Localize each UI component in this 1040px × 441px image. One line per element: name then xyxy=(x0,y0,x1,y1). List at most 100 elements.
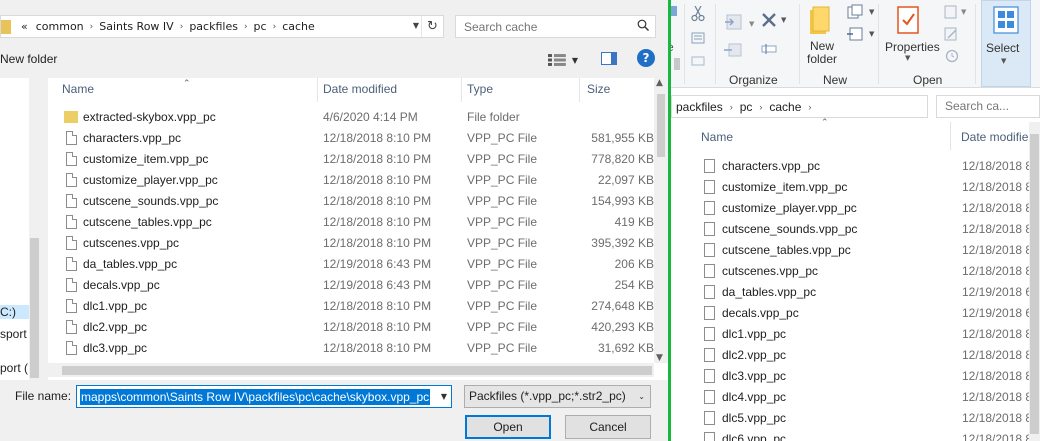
breadcrumb-overflow[interactable]: « xyxy=(17,20,32,33)
column-header-type[interactable]: Type xyxy=(462,78,580,102)
select-button[interactable]: Select ▼ xyxy=(981,0,1031,87)
scrollbar-thumb[interactable] xyxy=(30,238,39,378)
file-row[interactable]: dlc6.vpp_pc 12/18/2018 8 xyxy=(701,429,1040,441)
breadcrumb-segment[interactable]: pc xyxy=(250,20,271,33)
column-header-date[interactable]: Date modified xyxy=(318,78,462,102)
new-folder-icon[interactable] xyxy=(809,6,831,36)
scrollbar-thumb[interactable] xyxy=(1030,134,1039,434)
new-item-icon[interactable] xyxy=(846,4,868,20)
chevron-down-icon[interactable]: ⌄ xyxy=(638,386,645,407)
file-row[interactable]: dlc3.vpp_pc 12/18/2018 8 xyxy=(701,366,1040,387)
file-row[interactable]: da_tables.vpp_pc 12/19/2018 6 xyxy=(701,282,1040,303)
preview-pane-icon[interactable] xyxy=(601,52,617,65)
file-row[interactable]: dlc1.vpp_pc 12/18/2018 8:10 PM VPP_PC File… xyxy=(48,296,654,317)
explorer-address-bar[interactable]: packfiles › pc › cache › xyxy=(671,95,928,118)
nav-scrollbar[interactable] xyxy=(29,78,40,380)
nav-item[interactable]: sport xyxy=(0,327,27,341)
file-row[interactable]: dlc3.vpp_pc 12/18/2018 8:10 PM VPP_PC File… xyxy=(48,338,654,359)
file-row[interactable]: customize_item.vpp_pc 12/18/2018 8 xyxy=(701,177,1040,198)
chevron-right-icon[interactable]: › xyxy=(727,102,736,112)
scroll-down-icon[interactable]: ▼ xyxy=(656,353,663,363)
file-row[interactable]: decals.vpp_pc 12/19/2018 6 xyxy=(701,303,1040,324)
chevron-right-icon[interactable]: › xyxy=(271,22,279,32)
file-row[interactable]: dlc1.vpp_pc 12/18/2018 8 xyxy=(701,324,1040,345)
search-input[interactable] xyxy=(464,19,634,34)
easy-access-icon[interactable] xyxy=(846,26,866,42)
scroll-up-icon[interactable]: ▲ xyxy=(656,78,663,88)
file-row[interactable]: dlc2.vpp_pc 12/18/2018 8:10 PM VPP_PC File… xyxy=(48,317,654,338)
chevron-down-icon[interactable]: ▼ xyxy=(781,16,786,24)
file-list-vertical-scrollbar[interactable]: ▲ ▼ xyxy=(654,78,668,363)
breadcrumb-segment[interactable]: Saints Row IV xyxy=(95,20,177,33)
new-folder-button[interactable]: New folder xyxy=(0,52,57,66)
file-row[interactable]: customize_item.vpp_pc 12/18/2018 8:10 PM V… xyxy=(48,149,654,170)
nav-item[interactable]: port ( xyxy=(0,361,28,375)
chevron-right-icon[interactable]: › xyxy=(756,102,765,112)
search-icon[interactable] xyxy=(637,19,649,31)
chevron-down-icon[interactable]: ▼ xyxy=(749,20,754,28)
file-row[interactable]: cutscene_tables.vpp_pc 12/18/2018 8:10 PM… xyxy=(48,212,654,233)
file-row[interactable]: dlc4.vpp_pc 12/18/2018 8 xyxy=(701,387,1040,408)
edit-icon[interactable] xyxy=(943,26,959,42)
column-header-size[interactable]: Size xyxy=(582,78,654,102)
file-row[interactable]: cutscene_sounds.vpp_pc 12/18/2018 8:10 PM… xyxy=(48,191,654,212)
breadcrumb-segment[interactable]: packfiles xyxy=(185,20,242,33)
file-row[interactable]: customize_player.vpp_pc 12/18/2018 8 xyxy=(701,198,1040,219)
open-icon[interactable] xyxy=(943,4,959,20)
chevron-down-icon[interactable]: ▼ xyxy=(869,8,874,16)
scrollbar-thumb[interactable] xyxy=(62,366,652,375)
breadcrumb-segment[interactable]: cache xyxy=(765,100,805,114)
file-row[interactable]: decals.vpp_pc 12/19/2018 6:43 PM VPP_PC Fi… xyxy=(48,275,654,296)
file-row[interactable]: da_tables.vpp_pc 12/19/2018 6:43 PM VPP_PC… xyxy=(48,254,654,275)
file-name-input[interactable]: mapps\common\Saints Row IV\packfiles\pc\… xyxy=(76,385,452,408)
properties-button[interactable]: Properties xyxy=(885,40,940,54)
file-row[interactable]: characters.vpp_pc 12/18/2018 8:10 PM VPP_P… xyxy=(48,128,654,149)
chevron-right-icon[interactable]: › xyxy=(805,102,814,112)
explorer-search-input[interactable]: Search ca... xyxy=(936,95,1040,118)
copy-path-icon[interactable] xyxy=(691,32,705,44)
delete-icon[interactable] xyxy=(761,12,777,28)
new-folder-button[interactable]: New folder xyxy=(807,40,837,66)
refresh-icon[interactable]: ↻ xyxy=(421,16,443,37)
move-to-icon[interactable] xyxy=(723,12,747,32)
chevron-down-icon[interactable]: ▼ xyxy=(869,30,874,38)
file-row[interactable]: dlc5.vpp_pc 12/18/2018 8 xyxy=(701,408,1040,429)
cut-icon[interactable] xyxy=(691,6,705,22)
file-type-select[interactable]: Packfiles (*.vpp_pc;*.str2_pc) ⌄ xyxy=(464,385,651,408)
file-row[interactable]: customize_player.vpp_pc 12/18/2018 8:10 P… xyxy=(48,170,654,191)
breadcrumb-segment[interactable]: pc xyxy=(736,100,757,114)
chevron-right-icon[interactable]: › xyxy=(88,22,96,32)
chevron-down-icon[interactable]: ▼ xyxy=(441,392,447,401)
address-bar[interactable]: «common › Saints Row IV › packfiles › pc › cache… xyxy=(0,15,444,38)
breadcrumb-segment[interactable]: common xyxy=(32,20,88,33)
scrollbar-thumb[interactable] xyxy=(657,94,665,157)
breadcrumb-segment[interactable]: cache xyxy=(278,20,319,33)
change-view-button[interactable]: ▼ xyxy=(548,52,578,68)
nav-item[interactable]: C:) xyxy=(0,305,29,319)
chevron-right-icon[interactable]: › xyxy=(242,22,250,32)
rename-icon[interactable] xyxy=(761,42,777,56)
explorer-column-header-date[interactable]: Date modifie xyxy=(961,122,1031,150)
file-row[interactable]: cutscene_tables.vpp_pc 12/18/2018 8 xyxy=(701,240,1040,261)
file-list-horizontal-scrollbar[interactable] xyxy=(48,363,654,377)
chevron-down-icon[interactable]: ▼ xyxy=(961,8,966,16)
file-row[interactable]: extracted-skybox.vpp_pc 4/6/2020 4:14 PM F… xyxy=(48,107,654,128)
breadcrumb-segment[interactable]: packfiles xyxy=(672,100,727,114)
open-button[interactable]: Open xyxy=(465,415,551,439)
file-row[interactable]: dlc2.vpp_pc 12/18/2018 8 xyxy=(701,345,1040,366)
history-icon[interactable] xyxy=(943,48,959,64)
file-row[interactable]: cutscenes.vpp_pc 12/18/2018 8:10 PM VPP_PC… xyxy=(48,233,654,254)
cancel-button[interactable]: Cancel xyxy=(565,415,651,439)
file-name-value[interactable]: mapps\common\Saints Row IV\packfiles\pc\… xyxy=(80,389,431,405)
properties-icon[interactable] xyxy=(897,6,919,34)
file-row[interactable]: characters.vpp_pc 12/18/2018 8 xyxy=(701,156,1040,177)
search-box[interactable] xyxy=(455,15,656,38)
column-header-name[interactable]: ⌃ Name xyxy=(48,78,318,102)
explorer-column-header-name[interactable]: Name xyxy=(701,122,951,150)
chevron-down-icon[interactable]: ▼ xyxy=(572,56,578,65)
chevron-down-icon[interactable]: ▼ xyxy=(905,54,910,62)
chevron-right-icon[interactable]: › xyxy=(178,22,186,32)
chevron-down-icon[interactable]: ▼ xyxy=(413,21,419,30)
copy-to-icon[interactable] xyxy=(723,42,747,58)
file-row[interactable]: cutscenes.vpp_pc 12/18/2018 8 xyxy=(701,261,1040,282)
